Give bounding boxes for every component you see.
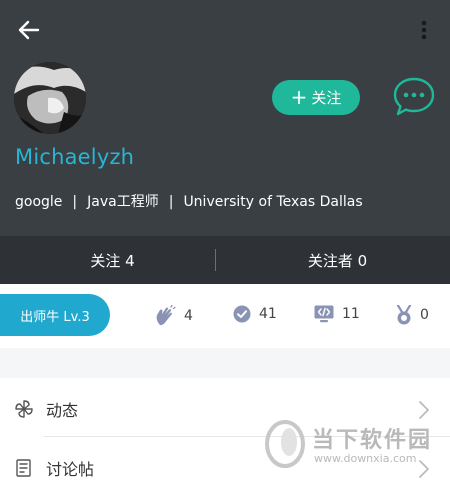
badge-medal[interactable]: 0 — [396, 305, 429, 325]
school-label: University of Texas Dallas — [183, 194, 363, 210]
menu-item-discussions[interactable]: 讨论帖 — [0, 440, 450, 489]
more-button[interactable] — [412, 16, 436, 44]
separator: | — [168, 194, 174, 210]
chevron-right-icon — [419, 460, 429, 478]
badge-row: 出师牛 Lv.3 4 41 11 0 — [0, 284, 450, 348]
medal-icon — [396, 305, 412, 325]
chevron-right-icon — [419, 401, 429, 419]
section-gap — [0, 348, 450, 378]
code-monitor-icon — [314, 305, 334, 323]
back-button[interactable] — [14, 16, 44, 44]
separator: | — [72, 194, 78, 210]
username: Michaelyzh — [15, 145, 135, 169]
stats-divider — [215, 249, 216, 271]
badge-code[interactable]: 11 — [314, 305, 360, 323]
more-vertical-icon — [421, 20, 427, 40]
menu-divider — [44, 436, 450, 437]
chat-bubble-icon — [393, 77, 435, 116]
avatar[interactable] — [14, 62, 86, 134]
profile-info: google | Java工程师 | University of Texas Dalla… — [15, 191, 363, 211]
company-label: google — [15, 194, 63, 210]
code-count: 11 — [342, 306, 360, 322]
menu-item-activity[interactable]: 动态 — [0, 381, 450, 437]
following-count[interactable]: 关注 4 — [0, 250, 225, 271]
job-title-label: Java工程师 — [87, 194, 159, 210]
avatar-image — [14, 62, 86, 134]
plus-icon: + — [290, 84, 308, 109]
level-badge[interactable]: 出师牛 Lv.3 — [0, 294, 110, 336]
badge-accepted[interactable]: 41 — [233, 305, 277, 323]
profile-header: + 关注 Michaelyzh google | Java工程师 | Universit… — [0, 0, 450, 236]
menu-item-label: 动态 — [46, 401, 79, 420]
arrow-left-icon — [18, 20, 40, 40]
accepted-count: 41 — [259, 306, 277, 322]
followers-count[interactable]: 关注者 0 — [225, 250, 450, 271]
medal-count: 0 — [420, 307, 429, 323]
stats-bar: 关注 4 关注者 0 — [0, 236, 450, 284]
chat-button[interactable] — [392, 76, 436, 118]
follow-button-label: 关注 — [311, 89, 342, 107]
document-list-icon — [16, 459, 31, 477]
menu-item-label: 讨论帖 — [46, 460, 95, 479]
badge-clap[interactable]: 4 — [154, 305, 193, 327]
pinwheel-icon — [15, 400, 33, 418]
clap-icon — [156, 305, 176, 326]
follow-button[interactable]: + 关注 — [272, 80, 360, 115]
clap-count: 4 — [184, 308, 193, 324]
check-circle-icon — [233, 305, 251, 323]
